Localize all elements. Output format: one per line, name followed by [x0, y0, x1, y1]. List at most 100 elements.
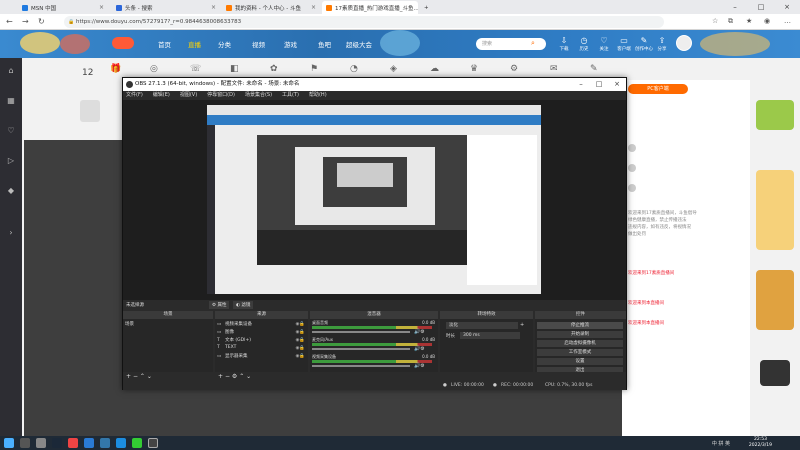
app-icon[interactable]	[84, 438, 94, 448]
user-avatar[interactable]	[676, 35, 692, 51]
start-recording-button[interactable]: 开始录制	[537, 331, 623, 338]
speaker-icon[interactable]: 🔊⚙	[414, 329, 425, 335]
volume-slider[interactable]	[312, 365, 410, 367]
browser-tab[interactable]: 头条 - 搜索 ×	[112, 1, 220, 14]
site-logo[interactable]	[112, 37, 134, 49]
clock[interactable]: 22:53 2022/3/19	[749, 437, 772, 449]
gift-icon[interactable]: ☁	[430, 64, 439, 74]
chevron-up-icon[interactable]: ⌃	[239, 373, 244, 380]
obs-taskbar-icon[interactable]	[148, 438, 158, 448]
scene-item[interactable]: 场景	[125, 321, 134, 327]
browser-tab[interactable]: 我的资料 - 个人中心 - 斗鱼 ×	[222, 1, 320, 14]
speaker-icon[interactable]: 🔊⚙	[414, 346, 425, 352]
minimize-icon[interactable]: –	[572, 78, 590, 91]
sidebar-item[interactable]: ◆	[0, 186, 22, 195]
menu-scene-collection[interactable]: 场景集合(S)	[245, 91, 272, 100]
close-icon[interactable]: ×	[308, 4, 316, 11]
promo-banner[interactable]	[756, 270, 794, 330]
close-icon[interactable]: ×	[608, 78, 626, 91]
nav-video[interactable]: 视频	[252, 39, 265, 49]
remove-icon[interactable]: −	[133, 373, 138, 380]
add-icon[interactable]: +	[218, 373, 223, 380]
minimize-icon[interactable]: –	[722, 0, 748, 14]
source-item[interactable]: T TEXT	[217, 345, 236, 350]
gift-icon[interactable]: ◧	[230, 64, 239, 74]
nav-live[interactable]: 直播	[188, 39, 201, 49]
menu-view[interactable]: 视图(V)	[180, 91, 197, 100]
steam-icon[interactable]	[52, 438, 62, 448]
task-view-icon[interactable]	[36, 438, 46, 448]
promo-banner[interactable]	[756, 170, 794, 250]
back-icon[interactable]: ←	[6, 17, 13, 26]
volume-slider[interactable]	[312, 331, 410, 333]
gift-icon[interactable]: ◎	[150, 64, 158, 74]
maximize-icon[interactable]: □	[748, 0, 774, 14]
nav-home[interactable]: 首页	[158, 39, 171, 49]
gift-icon[interactable]: ◔	[350, 64, 358, 74]
volume-slider[interactable]	[312, 348, 410, 350]
menu-edit[interactable]: 编辑(E)	[153, 91, 170, 100]
browser-tab-active[interactable]: 17素质直播_热门游戏直播_斗鱼... ×	[322, 1, 418, 14]
studio-mode-button[interactable]: 工作室模式	[537, 349, 623, 356]
speaker-icon[interactable]: 🔊⚙	[414, 363, 425, 369]
favorites-icon[interactable]: ★	[746, 17, 752, 25]
history-button[interactable]: ◷ 历史	[574, 36, 594, 52]
sidebar-item[interactable]: ▷	[0, 156, 22, 165]
gift-icon[interactable]: ☏	[190, 64, 201, 74]
transition-select[interactable]: 淡化	[446, 322, 518, 329]
app-icon[interactable]	[132, 438, 142, 448]
follow-button[interactable]: ♡ 关注	[594, 36, 614, 52]
properties-button[interactable]: ⚙ 属性	[209, 301, 230, 309]
url-field[interactable]: 🔒 https://www.douyu.com/5727917?_r=0.984…	[64, 16, 664, 28]
promo-badge[interactable]	[760, 360, 790, 386]
sidebar-item[interactable]: ⌂	[0, 66, 22, 75]
anchor-avatar[interactable]	[80, 100, 100, 122]
maximize-icon[interactable]: □	[590, 78, 608, 91]
remove-icon[interactable]: −	[225, 373, 230, 380]
collections-icon[interactable]: ⧉	[728, 17, 733, 26]
gift-icon[interactable]: ✉	[550, 64, 558, 74]
profile-icon[interactable]: ◉	[764, 17, 770, 25]
search-icon[interactable]	[20, 438, 30, 448]
search-icon[interactable]: ⌕	[531, 39, 535, 48]
extensions-icon[interactable]: ☆	[712, 17, 718, 25]
add-icon[interactable]: +	[126, 373, 131, 380]
menu-file[interactable]: 文件(F)	[126, 91, 143, 100]
start-icon[interactable]	[4, 438, 14, 448]
chevron-up-icon[interactable]: ⌃	[140, 373, 145, 380]
more-icon[interactable]: …	[784, 17, 791, 25]
chevron-down-icon[interactable]: ⌄	[147, 373, 152, 380]
gift-icon[interactable]: ✎	[590, 64, 598, 74]
browser-tab[interactable]: MSN 中国 ×	[18, 1, 108, 14]
gift-icon[interactable]: ♛	[470, 64, 478, 74]
stop-streaming-button[interactable]: 停止推流	[537, 322, 623, 329]
app-icon[interactable]	[100, 438, 110, 448]
forward-icon[interactable]: →	[22, 17, 29, 26]
add-transition-icon[interactable]: +	[520, 322, 524, 328]
sidebar-item[interactable]: ♡	[0, 126, 22, 135]
new-tab-button[interactable]: +	[420, 1, 432, 14]
visibility-lock-icons[interactable]: ◉🔒 ◉🔒 ◉🔒 ◉🔒 ◉🔒	[295, 321, 305, 361]
filters-button[interactable]: ◐ 滤镜	[233, 301, 254, 309]
nav-fishbar[interactable]: 鱼吧	[318, 39, 331, 49]
share-button[interactable]: ⇪ 分享	[652, 36, 672, 52]
close-icon[interactable]: ×	[774, 0, 800, 14]
nav-category[interactable]: 分类	[218, 39, 231, 49]
sidebar-item[interactable]: ▦	[0, 96, 22, 105]
sidebar-collapse[interactable]: ›	[0, 228, 22, 237]
chevron-down-icon[interactable]: ⌄	[246, 373, 251, 380]
source-item[interactable]: T 文本 (GDI+)	[217, 337, 251, 343]
nav-event[interactable]: 超级大会	[346, 39, 372, 49]
edge-icon[interactable]	[116, 438, 126, 448]
gift-icon[interactable]: ⚙	[510, 64, 518, 74]
duration-input[interactable]: 300 ms	[460, 332, 520, 339]
pc-client-badge[interactable]: PC客户端	[628, 84, 688, 94]
refresh-icon[interactable]: ↻	[38, 17, 45, 26]
settings-button[interactable]: 设置	[537, 358, 623, 365]
search-input[interactable]: 搜索	[476, 38, 546, 50]
nav-game[interactable]: 游戏	[284, 39, 297, 49]
menu-help[interactable]: 帮助(H)	[309, 91, 327, 100]
menu-docks[interactable]: 停靠窗口(D)	[207, 91, 235, 100]
download-button[interactable]: ⇩ 下载	[554, 36, 574, 52]
source-item[interactable]: ▭ 图像	[217, 329, 234, 335]
